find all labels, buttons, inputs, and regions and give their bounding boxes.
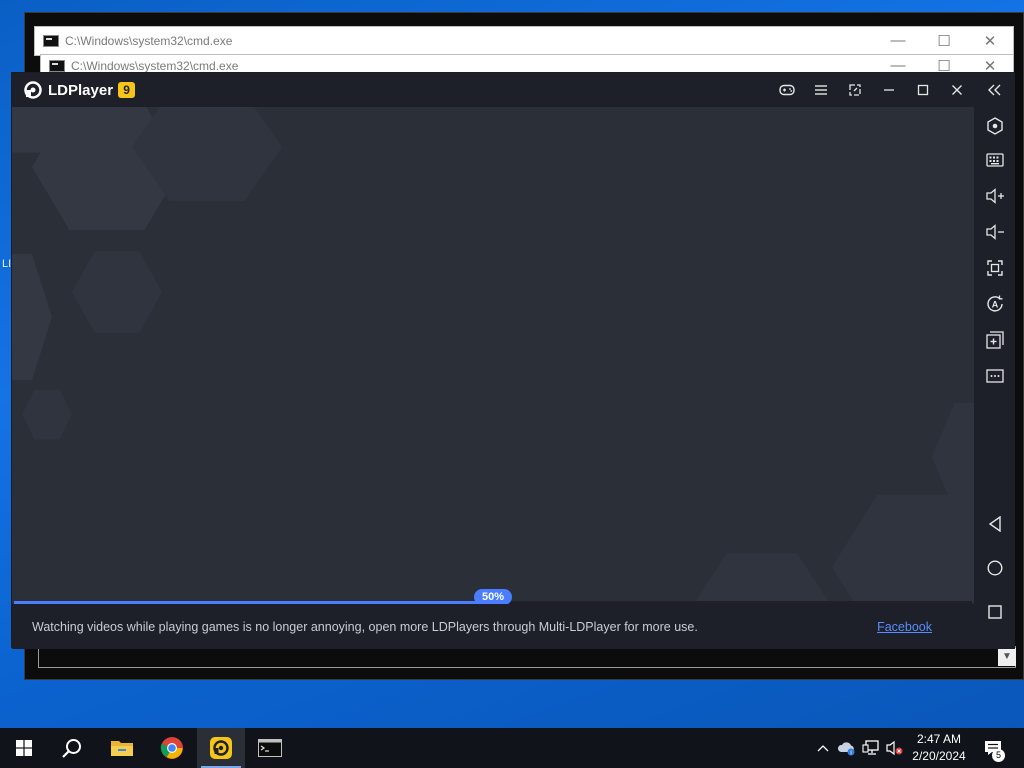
notification-count-badge: 5 xyxy=(992,749,1005,762)
cmd-window-body xyxy=(38,646,1016,668)
operation-record-icon[interactable]: A xyxy=(974,289,1015,319)
taskbar-clock[interactable]: 2:47 AM 2/20/2024 xyxy=(905,731,973,765)
action-center-icon[interactable] xyxy=(980,728,1006,768)
loading-progress-label: 50% xyxy=(474,589,512,605)
minimize-icon[interactable] xyxy=(872,73,906,107)
network-icon[interactable] xyxy=(860,728,882,768)
search-icon[interactable] xyxy=(48,728,96,768)
volume-down-icon[interactable] xyxy=(974,217,1015,247)
cmd-scroll-down-button[interactable]: ▼ xyxy=(998,648,1016,666)
svg-text:i: i xyxy=(850,751,851,757)
cmd-icon[interactable] xyxy=(246,728,294,768)
cmd-window-titlebar-1[interactable]: C:\Windows\system32\cmd.exe — ☐ ✕ xyxy=(34,26,1014,56)
ldplayer-logo-icon xyxy=(24,81,42,99)
back-icon[interactable] xyxy=(974,509,1015,539)
cmd-maximize-button[interactable]: ☐ xyxy=(921,32,967,50)
cmd-window-title-1: C:\Windows\system32\cmd.exe xyxy=(65,34,233,48)
collapse-icon[interactable] xyxy=(974,75,1015,105)
cmd-icon xyxy=(43,35,59,47)
chrome-icon[interactable] xyxy=(148,728,196,768)
gamepad-icon[interactable] xyxy=(770,73,804,107)
cmd-minimize-button[interactable]: — xyxy=(875,32,921,50)
ldplayer-window: LDPlayer 9 50% Watching videos while pla… xyxy=(11,72,1015,649)
emulator-screen[interactable] xyxy=(12,107,974,603)
background-hexagon xyxy=(22,389,72,440)
svg-text:A: A xyxy=(991,300,998,310)
cmd-icon xyxy=(49,60,65,72)
start-icon[interactable] xyxy=(0,728,48,768)
close-icon[interactable] xyxy=(940,73,974,107)
settings-icon[interactable] xyxy=(974,111,1015,141)
onedrive-icon[interactable]: i xyxy=(836,728,858,768)
facebook-link[interactable]: Facebook xyxy=(877,620,932,634)
maximize-icon[interactable] xyxy=(906,73,940,107)
tip-text: Watching videos while playing games is n… xyxy=(32,619,698,634)
background-hexagon xyxy=(12,254,52,380)
show-hidden-icons-icon[interactable] xyxy=(812,728,834,768)
taskbar: i 2:47 AM 2/20/2024 xyxy=(0,728,1024,768)
background-hexagon xyxy=(692,553,832,603)
volume-muted-icon[interactable] xyxy=(884,728,906,768)
background-hexagon xyxy=(72,251,162,333)
recents-icon[interactable] xyxy=(974,597,1015,627)
ldplayer-titlebar[interactable]: LDPlayer 9 xyxy=(12,73,974,107)
clock-time: 2:47 AM xyxy=(916,732,962,746)
multi-instance-add-icon[interactable] xyxy=(974,325,1015,355)
cmd-close-button[interactable]: ✕ xyxy=(967,32,1013,50)
desktop-side-label: LI xyxy=(2,258,12,270)
home-icon[interactable] xyxy=(974,553,1015,583)
clock-date: 2/20/2024 xyxy=(912,749,966,763)
ldplayer-app-name: LDPlayer xyxy=(48,81,114,99)
cmd-window-title-2: C:\Windows\system32\cmd.exe xyxy=(71,59,239,73)
ldplayer-sidebar: A xyxy=(974,73,1015,649)
fullscreen-icon[interactable] xyxy=(974,253,1015,283)
keyboard-icon[interactable] xyxy=(974,145,1015,175)
file-explorer-icon[interactable] xyxy=(98,728,146,768)
popout-icon[interactable] xyxy=(838,73,872,107)
menu-icon[interactable] xyxy=(804,73,838,107)
ldplayer-tip-bar: Watching videos while playing games is n… xyxy=(12,604,974,649)
more-icon[interactable] xyxy=(974,361,1015,391)
ldplayer-icon[interactable] xyxy=(197,728,245,768)
ldplayer-version-badge: 9 xyxy=(118,82,136,98)
volume-up-icon[interactable] xyxy=(974,181,1015,211)
